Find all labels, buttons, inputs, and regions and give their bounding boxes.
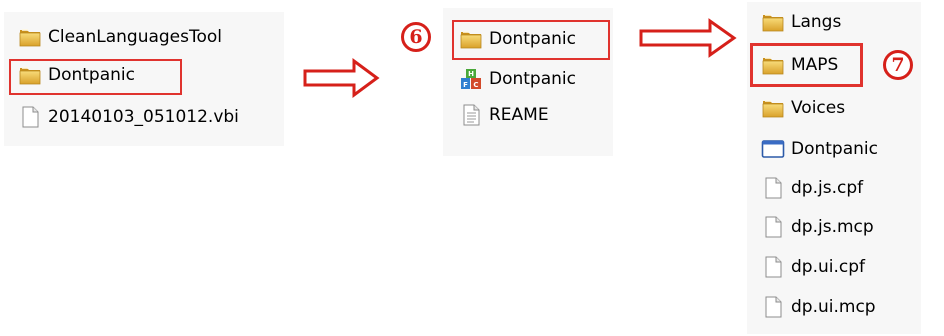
highlight-box (452, 20, 610, 60)
list-item-dp-ui-mcp[interactable]: dp.ui.mcp (761, 292, 876, 322)
item-label: CleanLanguagesTool (48, 27, 223, 47)
item-label: 20140103_051012.vbi (48, 107, 239, 127)
folder-icon (761, 96, 785, 120)
window-icon (761, 137, 785, 161)
list-item-reame[interactable]: REAME (459, 100, 549, 130)
list-item-cleanlanguagestool[interactable]: CleanLanguagesTool (18, 22, 222, 52)
list-item-dontpanic-app[interactable]: Dontpanic (459, 64, 576, 94)
right-arrow-icon (303, 58, 380, 98)
file-icon (18, 105, 42, 129)
text-file-icon (459, 103, 483, 127)
folder-listing-dontpanic: Dontpanic Dontpanic REAME (443, 8, 613, 156)
file-icon (761, 255, 785, 279)
right-arrow-icon (639, 18, 737, 58)
item-label: Dontpanic (791, 139, 878, 159)
folder-listing-root: CleanLanguagesTool Dontpanic 20140103_05… (4, 12, 284, 146)
list-item-vbi-file[interactable]: 20140103_051012.vbi (18, 102, 239, 132)
item-label: Voices (791, 98, 846, 118)
item-label: REAME (489, 105, 549, 125)
file-icon (761, 295, 785, 319)
list-item-dontpanic-exe[interactable]: Dontpanic (761, 134, 878, 164)
file-icon (761, 176, 785, 200)
app-icon (459, 67, 483, 91)
item-label: Langs (791, 12, 842, 32)
item-label: dp.js.mcp (791, 217, 874, 237)
list-item-dp-js-mcp[interactable]: dp.js.mcp (761, 212, 874, 242)
step-badge-7: 7 (883, 50, 913, 80)
item-label: dp.js.cpf (791, 178, 864, 198)
file-icon (761, 215, 785, 239)
list-item-voices[interactable]: Voices (761, 93, 845, 123)
highlight-box (9, 59, 182, 95)
folder-icon (18, 25, 42, 49)
step-badge-6: 6 (401, 22, 431, 52)
item-label: dp.ui.mcp (791, 297, 876, 317)
item-label: Dontpanic (489, 69, 576, 89)
item-label: dp.ui.cpf (791, 257, 866, 277)
list-item-dp-ui-cpf[interactable]: dp.ui.cpf (761, 252, 865, 282)
list-item-dp-js-cpf[interactable]: dp.js.cpf (761, 173, 863, 203)
list-item-langs[interactable]: Langs (761, 7, 841, 37)
highlight-box (750, 43, 863, 87)
folder-icon (761, 10, 785, 34)
